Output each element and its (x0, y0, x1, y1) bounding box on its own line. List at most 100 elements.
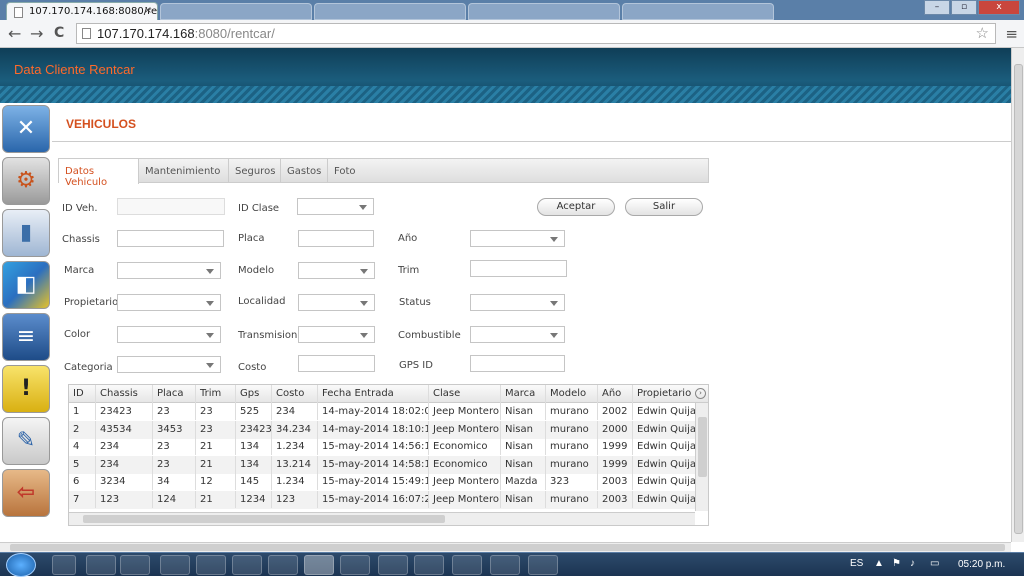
column-menu-icon[interactable]: › (695, 388, 706, 399)
table-row[interactable]: 1 23423 23 23 525 234 14-may-2014 18:02:07 Jeep… (69, 403, 695, 421)
col-placa[interactable]: Placa (153, 385, 196, 403)
col-modelo[interactable]: Modelo (546, 385, 598, 403)
id-veh-input[interactable] (117, 198, 225, 215)
close-tab-icon[interactable]: × (144, 5, 152, 16)
sidebar-warning[interactable]: ! (2, 365, 50, 413)
page-hscroll[interactable] (0, 542, 1011, 552)
browser-menu-icon[interactable]: ≡ (1005, 25, 1018, 43)
categoria-select[interactable] (117, 356, 221, 373)
pdf-icon[interactable] (340, 555, 370, 575)
close-window-button[interactable]: x (978, 0, 1020, 15)
salir-button[interactable]: Salir (625, 198, 703, 216)
start-button[interactable] (6, 553, 36, 577)
app-icon-1[interactable] (160, 555, 190, 575)
localidad-select[interactable] (298, 294, 375, 311)
ano-select[interactable] (470, 230, 565, 247)
page-scrollbar-thumb[interactable] (1014, 64, 1023, 534)
table-cell: 14-may-2014 18:02:07 (318, 403, 429, 420)
trim-input[interactable] (470, 260, 567, 277)
sidebar-reports[interactable]: ▮ (2, 209, 50, 257)
browser-tab[interactable]: 107.170.174.168:8080/rentc × (6, 2, 158, 20)
sidebar-apps[interactable]: ◧ (2, 261, 50, 309)
table-row[interactable]: 4 234 23 21 134 1.234 15-may-2014 14:56:16 Econ… (69, 438, 695, 456)
language-indicator[interactable]: ES (850, 558, 863, 569)
tab-foto[interactable]: Foto (328, 159, 364, 183)
browser-tab-3[interactable] (314, 3, 466, 20)
page-hscroll-thumb[interactable] (10, 544, 1005, 551)
chassis-input[interactable] (117, 230, 224, 247)
app-icon-6[interactable] (414, 555, 444, 575)
col-marca[interactable]: Marca (501, 385, 546, 403)
browser-tab-4[interactable] (468, 3, 620, 20)
col-clase[interactable]: Clase (429, 385, 501, 403)
modelo-select[interactable] (298, 262, 375, 279)
table-row[interactable]: 6 3234 34 12 145 1.234 15-may-2014 15:49:18 Jee… (69, 473, 695, 491)
minimize-button[interactable]: – (924, 0, 950, 15)
tab-seguros[interactable]: Seguros (229, 159, 281, 183)
chrome-icon[interactable] (304, 555, 334, 575)
app-icon-5[interactable] (378, 555, 408, 575)
ie-icon[interactable] (86, 555, 116, 575)
flag-icon[interactable]: ⚑ (892, 558, 901, 569)
placa-input[interactable] (298, 230, 374, 247)
col-costo[interactable]: Costo (272, 385, 318, 403)
network-icon[interactable]: ▭ (930, 558, 939, 569)
marca-select[interactable] (117, 262, 221, 279)
tab-gastos[interactable]: Gastos (281, 159, 328, 183)
id-clase-select[interactable] (297, 198, 374, 215)
col-propietario[interactable]: Propietario (633, 385, 695, 403)
app-icon-3[interactable] (232, 555, 262, 575)
col-ano[interactable]: Año (598, 385, 633, 403)
reload-icon[interactable]: C (54, 25, 64, 41)
tray-arrow-icon[interactable]: ▲ (874, 558, 884, 569)
sidebar-exit[interactable]: ⇦ (2, 469, 50, 517)
browser-tab-2[interactable] (160, 3, 312, 20)
folder-icon[interactable] (120, 555, 150, 575)
aceptar-button[interactable]: Aceptar (537, 198, 615, 216)
sidebar-edit[interactable]: ✎ (2, 417, 50, 465)
volume-icon[interactable]: ♪ (910, 558, 915, 569)
table-vscroll[interactable] (695, 403, 708, 511)
show-desktop-icon[interactable] (52, 555, 76, 575)
table-row[interactable]: 5 234 23 21 134 13.214 15-may-2014 14:58:11 Eco… (69, 455, 695, 474)
window-controls: – ▫ x (924, 0, 1020, 16)
table-hscroll[interactable] (69, 512, 695, 525)
app-icon-8[interactable] (490, 555, 520, 575)
vehicles-table: ID Chassis Placa Trim Gps Costo Fecha En… (68, 384, 709, 526)
app-icon-4[interactable] (268, 555, 298, 575)
color-select[interactable] (117, 326, 221, 343)
tab-datos-vehiculo[interactable]: Datos Vehiculo (59, 159, 139, 188)
status-select[interactable] (470, 294, 565, 311)
combustible-select[interactable] (470, 326, 565, 343)
clock[interactable]: 05:20 p.m. (958, 559, 1005, 570)
url-input[interactable]: 107.170.174.168:8080/rentcar/ ☆ (76, 23, 996, 44)
table-row[interactable]: 7 123 124 21 1234 123 15-may-2014 16:07:24 Jeep… (69, 491, 695, 509)
app-icon-9[interactable] (528, 555, 558, 575)
table-vscroll-thumb[interactable] (698, 417, 707, 477)
maximize-button[interactable]: ▫ (951, 0, 977, 15)
forward-icon[interactable]: → (30, 24, 43, 43)
sidebar-list[interactable]: ≡ (2, 313, 50, 361)
tab-mantenimiento[interactable]: Mantenimiento (139, 159, 229, 183)
back-icon[interactable]: ← (8, 24, 21, 43)
costo-input[interactable] (298, 355, 375, 372)
table-cell: 23 (153, 403, 196, 420)
table-row[interactable]: 2 43534 3453 23 23423 34.234 14-may-2014 18:10… (69, 420, 695, 439)
col-trim[interactable]: Trim (196, 385, 236, 403)
transmision-select[interactable] (298, 326, 375, 343)
propietario-select[interactable] (117, 294, 221, 311)
app-icon-7[interactable] (452, 555, 482, 575)
col-id[interactable]: ID (69, 385, 96, 403)
page-scrollbar[interactable] (1011, 48, 1024, 542)
browser-tab-5[interactable] (622, 3, 774, 20)
col-gps[interactable]: Gps (236, 385, 272, 403)
col-fecha-entrada[interactable]: Fecha Entrada (318, 385, 429, 403)
sidebar-settings[interactable]: ⚙ (2, 157, 50, 205)
col-chassis[interactable]: Chassis (96, 385, 153, 403)
bookmark-star-icon[interactable]: ☆ (976, 24, 989, 42)
label-color: Color (64, 329, 91, 340)
gps-id-input[interactable] (470, 355, 565, 372)
app-icon-2[interactable] (196, 555, 226, 575)
table-hscroll-thumb[interactable] (83, 515, 445, 523)
sidebar-tools[interactable]: ✕ (2, 105, 50, 153)
